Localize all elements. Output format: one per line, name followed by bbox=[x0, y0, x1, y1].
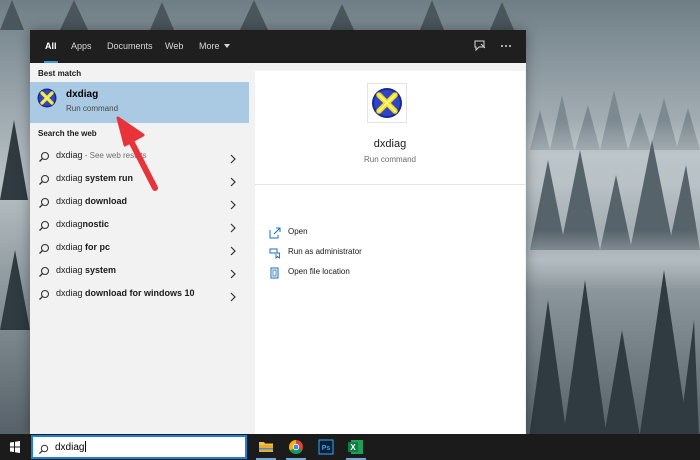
excel-icon-label: X bbox=[350, 443, 356, 452]
dxdiag-icon bbox=[37, 88, 57, 108]
tab-documents[interactable]: Documents bbox=[107, 30, 153, 63]
search-icon bbox=[38, 150, 50, 162]
tab-web[interactable]: Web bbox=[165, 30, 183, 63]
suggestion-text: dxdiag download bbox=[56, 196, 127, 206]
excel-icon[interactable]: X bbox=[342, 434, 370, 460]
windows-start-icon[interactable] bbox=[0, 434, 30, 460]
feedback-icon[interactable] bbox=[472, 38, 488, 54]
best-match-subtitle: Run command bbox=[66, 104, 119, 113]
suggestion-prefix: dxdiag bbox=[56, 173, 86, 183]
run-as-admin-action[interactable]: Run as administrator bbox=[269, 244, 509, 262]
results-pane: Best match dxdiag Run command Search the… bbox=[30, 63, 249, 434]
suggestion-prefix: dxdiag bbox=[56, 288, 86, 298]
suggestion-text: dxdiag system run bbox=[56, 173, 133, 183]
web-suggestion[interactable]: dxdiag download bbox=[30, 191, 249, 213]
suggestion-text: dxdiagnostic bbox=[56, 219, 109, 229]
open-file-location-action[interactable]: Open file location bbox=[269, 264, 509, 282]
suggestion-completion: system bbox=[85, 265, 117, 275]
search-icon bbox=[38, 196, 50, 208]
web-suggestion[interactable]: dxdiag system run bbox=[30, 168, 249, 190]
suggestion-prefix: dxdiag bbox=[56, 242, 86, 252]
tab-label: More bbox=[199, 41, 220, 51]
suggestion-completion: download bbox=[85, 196, 128, 206]
preview-subtitle: Run command bbox=[363, 155, 417, 164]
web-suggestion[interactable]: dxdiag for pc bbox=[30, 237, 249, 259]
search-web-heading: Search the web bbox=[38, 129, 97, 138]
chevron-right-icon bbox=[229, 151, 237, 164]
search-query-text: dxdiag bbox=[55, 441, 87, 453]
search-filter-bar: All Apps Documents Web More bbox=[30, 30, 526, 63]
file-explorer-icon[interactable] bbox=[252, 434, 280, 460]
more-options-icon[interactable] bbox=[498, 38, 514, 54]
chrome-icon[interactable] bbox=[282, 434, 310, 460]
web-suggestion[interactable]: dxdiag - See web results bbox=[30, 145, 249, 167]
suggestion-completion: nostic bbox=[82, 219, 110, 229]
taskbar: dxdiag Ps X bbox=[0, 434, 700, 460]
tab-more[interactable]: More bbox=[199, 30, 230, 63]
chevron-right-icon bbox=[229, 220, 237, 233]
chevron-right-icon bbox=[229, 197, 237, 210]
action-label: Run as administrator bbox=[288, 247, 362, 256]
dxdiag-icon bbox=[367, 83, 407, 123]
search-icon bbox=[38, 219, 50, 231]
web-suggestion[interactable]: dxdiag system bbox=[30, 260, 249, 282]
tab-apps[interactable]: Apps bbox=[71, 30, 92, 63]
chevron-right-icon bbox=[229, 174, 237, 187]
tab-label: Apps bbox=[71, 41, 92, 51]
web-suggestion[interactable]: dxdiagnostic bbox=[30, 214, 249, 236]
tab-label: Documents bbox=[107, 41, 153, 51]
shield-icon bbox=[269, 246, 281, 260]
tab-label: All bbox=[45, 41, 57, 51]
action-label: Open file location bbox=[288, 267, 350, 276]
best-match-heading: Best match bbox=[38, 69, 82, 78]
suggestion-text: dxdiag download for windows 10 bbox=[56, 288, 195, 298]
taskbar-search-input[interactable]: dxdiag bbox=[31, 435, 247, 459]
search-icon bbox=[38, 242, 50, 254]
open-icon bbox=[269, 226, 281, 239]
search-icon bbox=[38, 265, 50, 277]
suggestion-text: dxdiag system bbox=[56, 265, 116, 275]
tab-label: Web bbox=[165, 41, 184, 51]
action-label: Open bbox=[288, 227, 308, 236]
photoshop-icon-label: Ps bbox=[322, 445, 331, 452]
suggestion-prefix: dxdiag bbox=[56, 219, 83, 229]
chevron-right-icon bbox=[229, 266, 237, 279]
text-cursor bbox=[85, 441, 87, 452]
open-action[interactable]: Open bbox=[269, 224, 509, 242]
file-location-icon bbox=[269, 266, 281, 279]
search-icon bbox=[38, 173, 50, 185]
search-query: dxdiag bbox=[55, 442, 85, 453]
suggestion-text: dxdiag - See web results bbox=[56, 150, 147, 160]
suggestion-completion: system run bbox=[85, 173, 134, 183]
web-suggestion[interactable]: dxdiag download for windows 10 bbox=[30, 283, 249, 305]
search-icon bbox=[38, 288, 50, 300]
best-match-title: dxdiag bbox=[66, 89, 99, 100]
search-icon bbox=[38, 442, 49, 455]
preview-title: dxdiag bbox=[373, 138, 407, 150]
suggestion-prefix: dxdiag bbox=[56, 150, 83, 160]
suggestion-hint: - See web results bbox=[82, 151, 147, 160]
suggestion-prefix: dxdiag bbox=[56, 265, 86, 275]
preview-pane: dxdiag Run command Open Run as administr… bbox=[255, 71, 525, 434]
best-match-result[interactable]: dxdiag Run command bbox=[30, 82, 249, 123]
photoshop-icon[interactable]: Ps bbox=[312, 434, 340, 460]
suggestion-completion: download for windows 10 bbox=[85, 288, 195, 298]
suggestion-completion: for pc bbox=[85, 242, 111, 252]
suggestion-text: dxdiag for pc bbox=[56, 242, 110, 252]
tab-all[interactable]: All bbox=[44, 30, 58, 63]
chevron-down-icon bbox=[223, 44, 230, 48]
chevron-right-icon bbox=[229, 289, 237, 302]
chevron-right-icon bbox=[229, 243, 237, 256]
suggestion-prefix: dxdiag bbox=[56, 196, 86, 206]
divider bbox=[255, 184, 525, 185]
search-panel: All Apps Documents Web More Best match d… bbox=[30, 30, 526, 434]
